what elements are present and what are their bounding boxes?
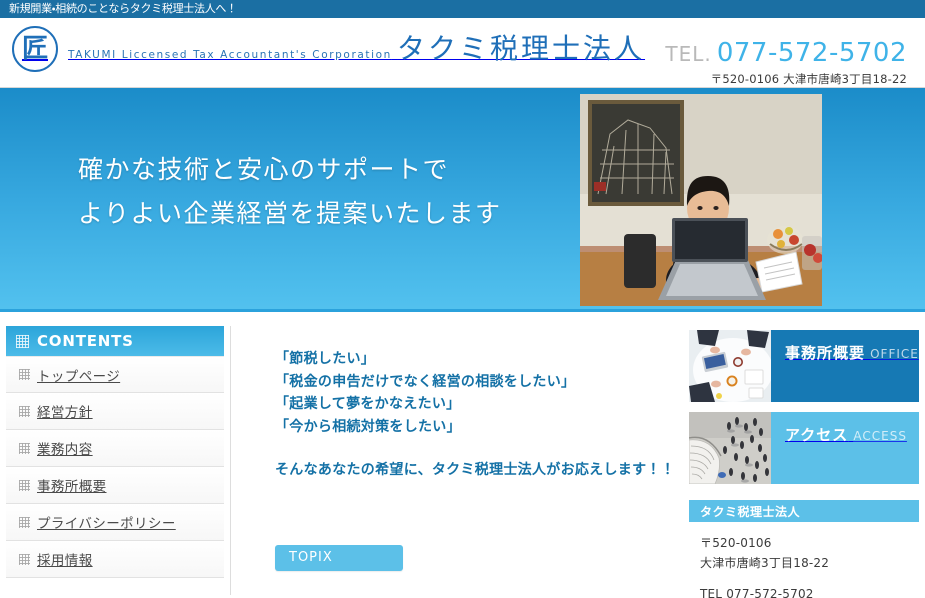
sidebar-item-label: 業務内容 bbox=[37, 442, 93, 458]
takumi-kanji-logo-icon: 匠 bbox=[12, 26, 58, 72]
company-info-body: 〒520-0106 大津市唐崎3丁目18-22 TEL 077-572-5702 bbox=[689, 522, 919, 598]
sidebar-item-label: 経営方針 bbox=[37, 405, 93, 421]
company-telephone: TEL 077-572-5702 bbox=[700, 586, 814, 598]
office-banner-body: 事務所概要 OFFICE bbox=[771, 330, 919, 402]
grid-square-icon bbox=[19, 442, 30, 454]
sidebar-item-label: プライバシーポリシー bbox=[37, 516, 176, 532]
grid-square-icon bbox=[19, 405, 30, 417]
header-contact-block: TEL. 077-572-5702 〒520-0106 大津市唐崎3丁目18-2… bbox=[665, 40, 907, 87]
tel-label: TEL. bbox=[665, 42, 712, 66]
sidebar-item-privacy-policy[interactable]: プライバシーポリシー bbox=[6, 504, 224, 541]
site-header: 匠 TAKUMI Liccensed Tax Accountant's Corp… bbox=[0, 18, 925, 88]
lead-closing-message: そんなあなたの希望に、タクミ税理士法人がお応えします！！ bbox=[275, 461, 675, 478]
sidebar-heading-label: CONTENTS bbox=[37, 332, 134, 350]
brand-text: TAKUMI Liccensed Tax Accountant's Corpor… bbox=[68, 31, 646, 65]
site-notice-text: 新規開業・相続のことならタクミ税理士法人へ！ bbox=[9, 2, 237, 15]
hero-photo bbox=[580, 94, 822, 306]
page-body: CONTENTS トップページ 経営方針 業務内容 事務所概要 プライバシーポリ… bbox=[0, 312, 925, 598]
sidebar-item-top-page[interactable]: トップページ bbox=[6, 356, 224, 393]
grid-square-icon bbox=[19, 516, 30, 528]
banner-office-overview[interactable]: 事務所概要 OFFICE bbox=[689, 330, 919, 402]
banner-access[interactable]: アクセス ACCESS bbox=[689, 412, 919, 484]
office-thumbnail bbox=[689, 330, 771, 402]
sidebar-item-label: トップページ bbox=[37, 368, 121, 385]
lead-quote-1: 「節税したい」 bbox=[275, 351, 376, 367]
company-info-heading: タクミ税理士法人 bbox=[689, 500, 919, 522]
grid-square-icon bbox=[19, 553, 30, 565]
header-telephone: TEL. 077-572-5702 bbox=[665, 40, 907, 66]
access-banner-title-jp: アクセス bbox=[785, 426, 849, 444]
sidebar-item-management-policy[interactable]: 経営方針 bbox=[6, 393, 224, 430]
sidebar-item-recruit[interactable]: 採用情報 bbox=[6, 541, 224, 578]
site-logo-link[interactable]: 匠 TAKUMI Liccensed Tax Accountant's Corp… bbox=[12, 26, 645, 72]
hero-banner: 確かな技術と安心のサポートで よりよい企業経営を提案いたします bbox=[0, 88, 925, 312]
access-thumbnail bbox=[689, 412, 771, 484]
hero-headline: 確かな技術と安心のサポートで よりよい企業経営を提案いたします bbox=[78, 148, 502, 236]
grid-square-icon bbox=[19, 479, 30, 491]
header-address: 〒520-0106 大津市唐崎3丁目18-22 bbox=[710, 72, 907, 86]
site-notice-bar: 新規開業・相続のことならタクミ税理士法人へ！ bbox=[0, 0, 925, 18]
lead-quote-2: 「税金の申告だけでなく経営の相談をしたい」 bbox=[275, 373, 576, 390]
hero-headline-line-1: 確かな技術と安心のサポートで bbox=[78, 155, 450, 184]
topix-button-label: TOPIX bbox=[289, 550, 333, 566]
brand-name-english: TAKUMI Liccensed Tax Accountant's Corpor… bbox=[68, 48, 392, 61]
lead-quote-3: 「起業して夢をかなえたい」 bbox=[275, 396, 461, 413]
company-info-box: タクミ税理士法人 〒520-0106 大津市唐崎3丁目18-22 TEL 077… bbox=[689, 500, 919, 598]
office-banner-title-en: OFFICE bbox=[870, 347, 919, 361]
main-content: 「節税したい」 「税金の申告だけでなく経営の相談をしたい」 「起業して夢をかなえ… bbox=[231, 326, 689, 595]
right-sidebar: 事務所概要 OFFICE アクセス ACCESS タクミ税理士法人 〒520-0… bbox=[689, 326, 919, 598]
access-banner-body: アクセス ACCESS bbox=[771, 412, 919, 484]
brand-name-japanese: タクミ税理士法人 bbox=[397, 31, 646, 65]
hero-headline-line-2: よりよい企業経営を提案いたします bbox=[78, 198, 502, 228]
access-thumbnail-illustration bbox=[689, 412, 771, 484]
sidebar-item-label: 採用情報 bbox=[37, 553, 93, 569]
lead-quote-4: 「今から相続対策をしたい」 bbox=[275, 419, 461, 436]
sidebar-item-label: 事務所概要 bbox=[37, 479, 107, 495]
sidebar-heading: CONTENTS bbox=[6, 326, 224, 356]
grid-square-icon bbox=[16, 334, 29, 348]
access-banner-title-en: ACCESS bbox=[853, 429, 907, 443]
tel-number: 077-572-5702 bbox=[716, 38, 907, 68]
grid-square-icon bbox=[19, 369, 30, 380]
hero-bottom-rule bbox=[0, 309, 925, 312]
sidebar-navigation: CONTENTS トップページ 経営方針 業務内容 事務所概要 プライバシーポリ… bbox=[6, 326, 231, 595]
company-postal-code: 〒520-0106 bbox=[700, 536, 772, 550]
lead-quote-list: 「節税したい」 「税金の申告だけでなく経営の相談をしたい」 「起業して夢をかなえ… bbox=[275, 348, 689, 439]
sidebar-item-services[interactable]: 業務内容 bbox=[6, 430, 224, 467]
topix-button[interactable]: TOPIX bbox=[275, 544, 403, 571]
office-thumbnail-illustration bbox=[689, 330, 771, 402]
sidebar-item-office-overview[interactable]: 事務所概要 bbox=[6, 467, 224, 504]
office-banner-title-jp: 事務所概要 bbox=[785, 344, 866, 362]
hero-photo-illustration bbox=[580, 94, 822, 306]
company-address: 大津市唐崎3丁目18-22 bbox=[700, 555, 830, 570]
